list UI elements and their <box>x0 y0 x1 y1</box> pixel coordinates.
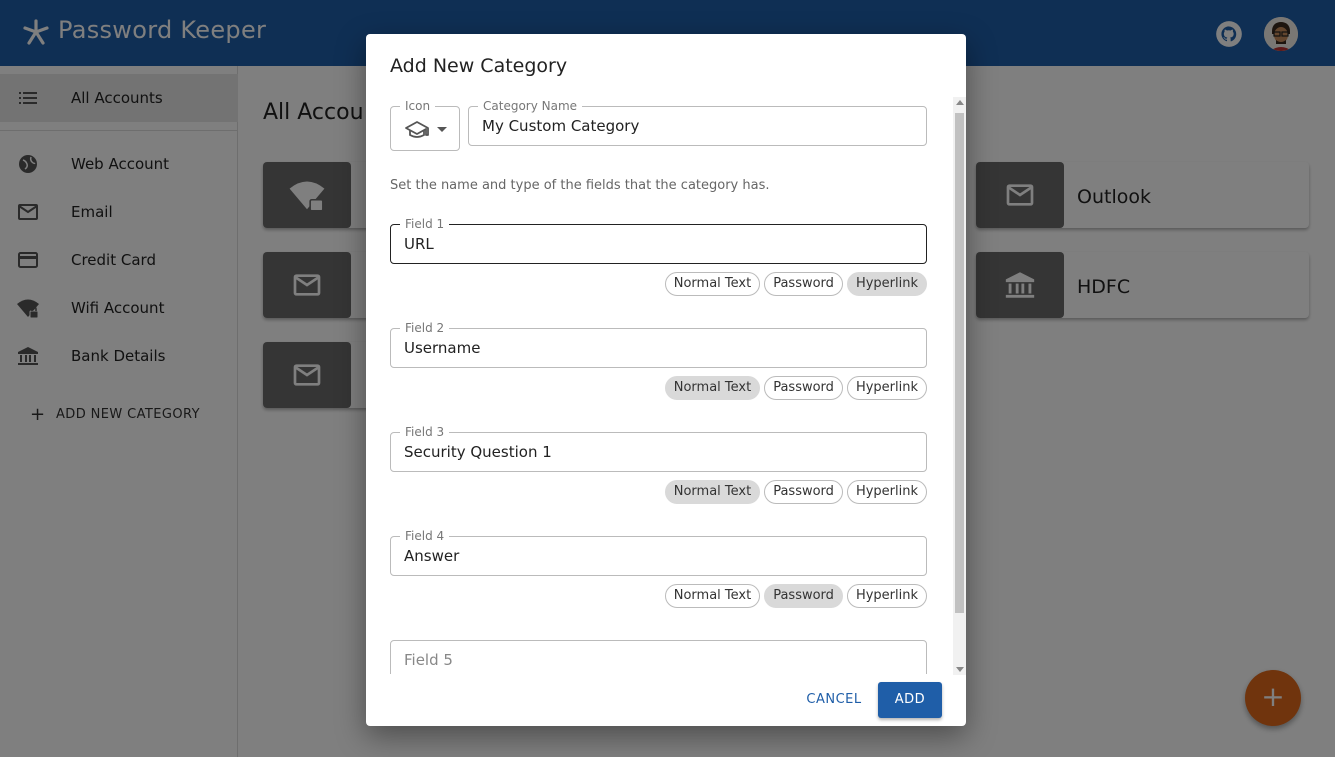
field-1-label: Field 1 <box>400 217 450 231</box>
category-name-field[interactable]: Category Name My Custom Category <box>468 99 927 146</box>
chip-password[interactable]: Password <box>764 480 843 504</box>
field-4-value: Answer <box>404 547 460 565</box>
icon-select-label: Icon <box>400 99 436 113</box>
field-5-placeholder: Field 5 <box>404 651 453 669</box>
field-1-type-chips: Normal Text Password Hyperlink <box>664 272 927 296</box>
cancel-button[interactable]: CANCEL <box>796 682 872 718</box>
field-4-input[interactable]: Field 4 Answer <box>390 529 927 576</box>
dialog-content: Icon Category Name My Custom Category Se… <box>366 96 966 674</box>
chip-normal-text[interactable]: Normal Text <box>664 584 761 608</box>
chip-password[interactable]: Password <box>764 376 843 400</box>
field-4-label: Field 4 <box>400 529 450 543</box>
category-name-label: Category Name <box>478 99 583 113</box>
category-name-value: My Custom Category <box>482 117 640 135</box>
field-3-label: Field 3 <box>400 425 450 439</box>
field-3-type-chips: Normal Text Password Hyperlink <box>664 480 927 504</box>
chevron-down-icon <box>437 127 447 132</box>
dialog-scrollbar[interactable] <box>953 97 966 675</box>
graduation-cap-icon <box>405 121 429 138</box>
chip-hyperlink[interactable]: Hyperlink <box>846 272 927 296</box>
field-3-input[interactable]: Field 3 Security Question 1 <box>390 425 927 472</box>
chip-normal-text[interactable]: Normal Text <box>664 376 761 400</box>
field-2-type-chips: Normal Text Password Hyperlink <box>664 376 927 400</box>
field-2-label: Field 2 <box>400 321 450 335</box>
scrollbar-thumb[interactable] <box>955 113 964 613</box>
dialog-title: Add New Category <box>390 55 568 77</box>
field-2-input[interactable]: Field 2 Username <box>390 321 927 368</box>
chip-normal-text[interactable]: Normal Text <box>664 272 761 296</box>
field-4-type-chips: Normal Text Password Hyperlink <box>664 584 927 608</box>
fields-hint: Set the name and type of the fields that… <box>390 178 770 193</box>
chip-hyperlink[interactable]: Hyperlink <box>846 584 927 608</box>
field-1-input[interactable]: Field 1 URL <box>390 217 927 264</box>
chip-normal-text[interactable]: Normal Text <box>664 480 761 504</box>
field-3-value: Security Question 1 <box>404 443 552 461</box>
field-2-value: Username <box>404 339 481 357</box>
field-1-value: URL <box>404 235 434 253</box>
chip-password[interactable]: Password <box>764 272 843 296</box>
add-category-dialog: Add New Category Icon Category Name My C… <box>366 34 966 726</box>
chip-hyperlink[interactable]: Hyperlink <box>846 376 927 400</box>
scroll-up-arrow-icon[interactable] <box>956 100 964 105</box>
chip-password[interactable]: Password <box>764 584 843 608</box>
scroll-down-arrow-icon[interactable] <box>956 667 964 672</box>
icon-select[interactable]: Icon <box>390 99 460 151</box>
add-button[interactable]: ADD <box>878 682 942 718</box>
chip-hyperlink[interactable]: Hyperlink <box>846 480 927 504</box>
field-5-input[interactable]: Field 5 <box>390 640 927 674</box>
